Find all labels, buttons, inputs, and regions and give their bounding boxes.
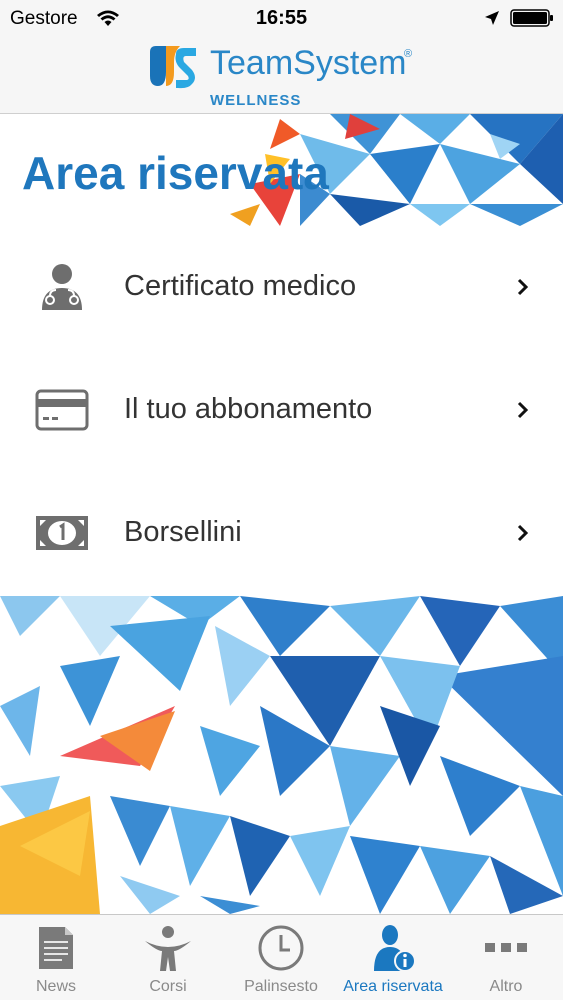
geometric-pattern: [0, 596, 563, 914]
status-bar: Gestore 16:55: [0, 0, 563, 38]
chevron-right-icon: [517, 524, 529, 542]
user-info-icon: [374, 925, 416, 972]
menu-item-label: Certificato medico: [124, 270, 357, 302]
more-dots-icon: [485, 943, 527, 952]
page-title: Area riservata: [22, 147, 329, 199]
tab-palinsesto[interactable]: Palinsesto: [225, 915, 337, 1000]
menu-item-abbonamento[interactable]: Il tuo abbonamento: [0, 349, 563, 472]
newspaper-icon: [39, 927, 73, 969]
tab-label: Altro: [489, 978, 523, 995]
chevron-right-icon: [517, 401, 529, 419]
tab-area-riservata[interactable]: Area riservata: [337, 915, 449, 1000]
credit-card-icon: [35, 389, 89, 431]
brand-registered-mark: ®: [404, 48, 413, 60]
clock-icon: [258, 925, 304, 971]
brand-name: TeamSystem: [210, 44, 407, 82]
person-fitness-icon: [145, 926, 191, 971]
tab-label: Area riservata: [343, 978, 443, 995]
app-header: TeamSystem ® WELLNESS: [0, 38, 563, 114]
section-banner: Area riservata: [0, 114, 563, 226]
menu-item-certificato-medico[interactable]: Certificato medico: [0, 226, 563, 349]
menu-item-label: Borsellini: [124, 516, 242, 548]
tab-news[interactable]: News: [0, 915, 112, 1000]
brand-subtitle: WELLNESS: [210, 92, 302, 109]
menu-list: Certificato medico Il tuo abbonamento Bo…: [0, 226, 563, 596]
location-arrow-icon: [485, 11, 499, 25]
battery-icon: [510, 9, 553, 27]
doctor-icon: [42, 264, 82, 310]
menu-item-label: Il tuo abbonamento: [124, 393, 373, 425]
chevron-right-icon: [517, 278, 529, 296]
menu-item-borsellini[interactable]: Borsellini: [0, 472, 563, 595]
tab-altro[interactable]: Altro: [450, 915, 562, 1000]
tab-bar: News Corsi Palinsesto Area riservata Alt…: [0, 914, 563, 1000]
clock-time: 16:55: [255, 7, 308, 29]
tab-corsi[interactable]: Corsi: [112, 915, 224, 1000]
tab-label: News: [35, 978, 76, 995]
tab-label: Corsi: [149, 978, 187, 995]
decorative-background: [0, 596, 563, 914]
banknote-icon: [36, 516, 88, 550]
teamsystem-logo-icon: [150, 46, 196, 89]
tab-label: Palinsesto: [244, 978, 318, 995]
app-screen: Gestore 16:55 TeamSystem ® WELLNESS Area…: [0, 0, 563, 1000]
